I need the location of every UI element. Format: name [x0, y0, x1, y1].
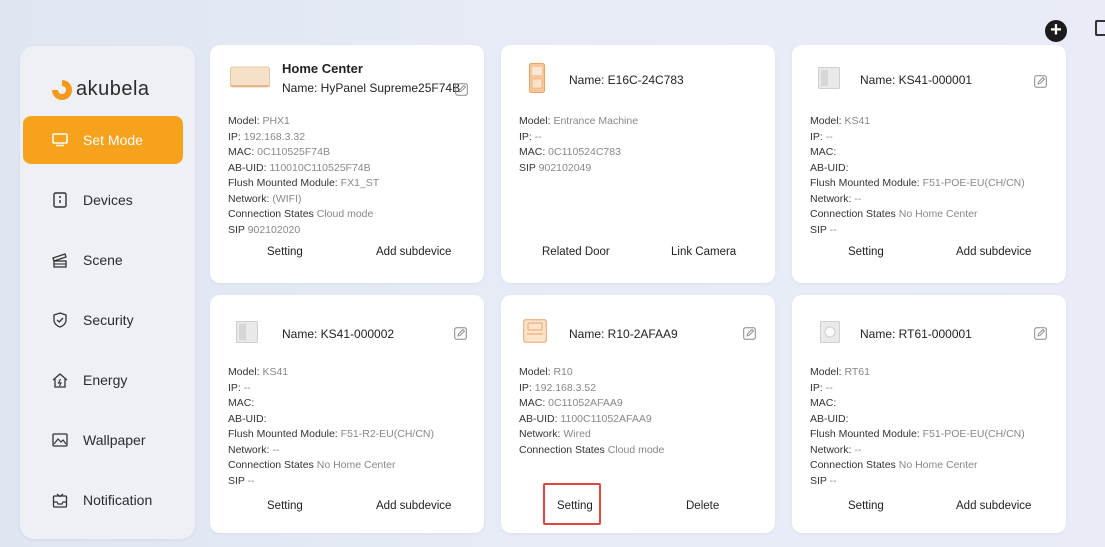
device-name: Name: KS41-000001 [860, 73, 973, 87]
logo-text: akubela [76, 78, 150, 100]
setting-button[interactable]: Setting [557, 500, 593, 512]
sidebar-item-label: Wallpaper [83, 432, 146, 448]
add-subdevice-button[interactable]: Add subdevice [376, 500, 451, 512]
shield-icon [51, 311, 69, 329]
card-title: Home Center [282, 61, 363, 76]
link-camera-button[interactable]: Link Camera [671, 246, 736, 258]
device-card-ks41-000002: Name: KS41-000002 Model: KS41 IP: -- MAC… [210, 295, 484, 533]
device-details: Model: Entrance Machine IP: -- MAC: 0C11… [519, 115, 639, 174]
setting-button[interactable]: Setting [848, 500, 884, 512]
device-details: Model: KS41 IP: -- MAC: AB-UID: Flush Mo… [810, 115, 1025, 236]
inbox-icon [51, 491, 69, 509]
sidebar-item-scene[interactable]: Scene [23, 236, 183, 284]
device-card-r10: Name: R10-2AFAA9 Model: R10 IP: 192.168.… [501, 295, 775, 533]
sidebar-item-label: Devices [83, 192, 133, 208]
monitor-icon [51, 131, 69, 149]
logo: akubela [52, 78, 150, 101]
exit-icon[interactable] [1095, 20, 1105, 36]
add-subdevice-button[interactable]: Add subdevice [376, 246, 451, 258]
add-device-icon[interactable]: + [1045, 20, 1067, 42]
sidebar-item-label: Notification [83, 492, 153, 508]
add-subdevice-button[interactable]: Add subdevice [956, 500, 1031, 512]
device-card-home-center: Home Center Name: HyPanel Supreme25F74B … [210, 45, 484, 283]
r10-device-icon [523, 319, 547, 348]
edit-icon[interactable] [454, 327, 467, 340]
sidebar-item-label: Security [83, 312, 134, 328]
sidebar-item-security[interactable]: Security [23, 296, 183, 344]
ks41-device-icon [236, 321, 258, 348]
sidebar-item-energy[interactable]: Energy [23, 356, 183, 404]
image-icon [51, 431, 69, 449]
related-door-button[interactable]: Related Door [542, 246, 610, 258]
add-subdevice-button[interactable]: Add subdevice [956, 246, 1031, 258]
edit-icon[interactable] [1034, 327, 1047, 340]
device-name: Name: RT61-000001 [860, 327, 972, 341]
device-details: Model: R10 IP: 192.168.3.52 MAC: 0C11052… [519, 366, 665, 456]
delete-button[interactable]: Delete [686, 500, 719, 512]
setting-button[interactable]: Setting [848, 246, 884, 258]
sidebar-item-label: Scene [83, 252, 123, 268]
logo-mark-icon [52, 79, 72, 100]
device-card-ks41-000001: Name: KS41-000001 Model: KS41 IP: -- MAC… [792, 45, 1066, 283]
device-name: Name: R10-2AFAA9 [569, 327, 678, 341]
edit-icon[interactable] [1034, 75, 1047, 88]
sidebar-item-devices[interactable]: Devices [23, 176, 183, 224]
sidebar-item-notification[interactable]: Notification [23, 476, 183, 524]
device-name: Name: HyPanel Supreme25F74B [282, 81, 461, 95]
setting-button[interactable]: Setting [267, 500, 303, 512]
scene-icon [51, 251, 69, 269]
device-name: Name: KS41-000002 [282, 327, 395, 341]
ks41-device-icon [818, 67, 840, 94]
sidebar-item-set-mode[interactable]: Set Mode [23, 116, 183, 164]
edit-icon[interactable] [743, 327, 756, 340]
device-details: Model: PHX1 IP: 192.168.3.32 MAC: 0C1105… [228, 115, 380, 236]
energy-home-icon [51, 371, 69, 389]
device-name: Name: E16C-24C783 [569, 73, 684, 87]
device-card-rt61: Name: RT61-000001 Model: RT61 IP: -- MAC… [792, 295, 1066, 533]
sidebar-item-label: Set Mode [83, 132, 143, 148]
entrance-machine-icon [529, 63, 545, 98]
setting-button[interactable]: Setting [267, 246, 303, 258]
sidebar-item-wallpaper[interactable]: Wallpaper [23, 416, 183, 464]
edit-icon[interactable] [455, 83, 468, 96]
sidebar-item-label: Energy [83, 372, 128, 388]
device-card-e16c: Name: E16C-24C783 Model: Entrance Machin… [501, 45, 775, 283]
device-panel-icon [51, 191, 69, 209]
device-details: Model: KS41 IP: -- MAC: AB-UID: Flush Mo… [228, 366, 434, 487]
rt61-device-icon [820, 321, 840, 348]
hypanel-device-icon [230, 65, 270, 94]
sidebar: akubela Set Mode Devices Scene Security … [20, 46, 195, 539]
device-details: Model: RT61 IP: -- MAC: AB-UID: Flush Mo… [810, 366, 1025, 487]
